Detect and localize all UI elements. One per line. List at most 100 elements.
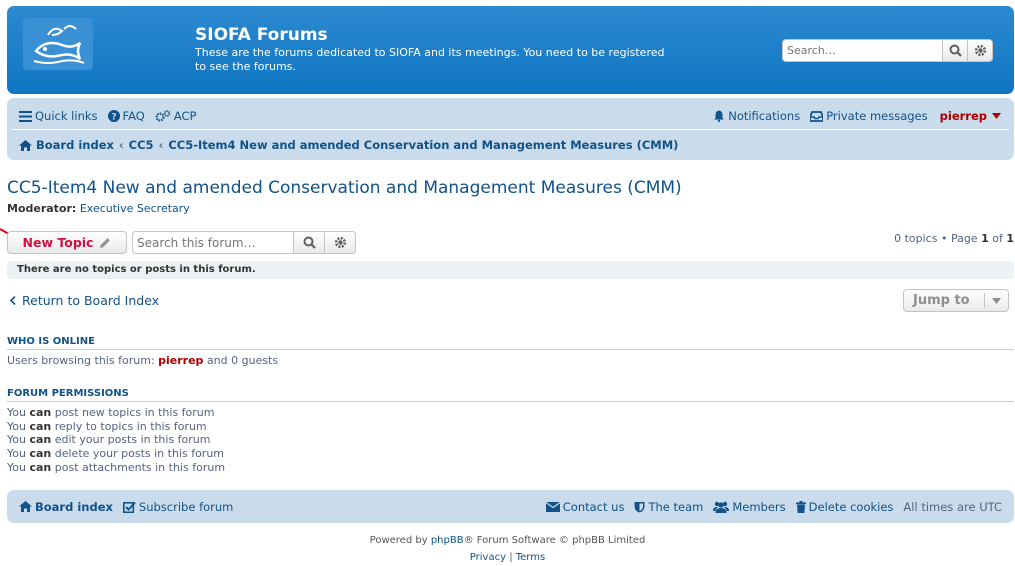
- inbox-icon: [810, 110, 824, 122]
- acp-link[interactable]: ACP: [155, 109, 197, 123]
- breadcrumb: Board index ‹ CC5 ‹ CC5-Item4 New and am…: [19, 137, 678, 153]
- footer-navbar: Board index Subscribe forum Contact us T…: [7, 490, 1014, 523]
- faq-label: FAQ: [122, 109, 145, 123]
- footer-board-index-label: Board index: [35, 499, 113, 514]
- permission-item: You can post new topics in this forum: [7, 406, 215, 419]
- search-icon: [303, 236, 316, 249]
- who-is-online-heading: WHO IS ONLINE: [7, 336, 1014, 350]
- breadcrumb-current-forum[interactable]: CC5-Item4 New and amended Conservation a…: [168, 138, 678, 152]
- private-messages-link[interactable]: Private messages: [810, 109, 928, 123]
- navbar: Quick links ? FAQ ACP Notifications Priv…: [7, 98, 1014, 160]
- timezone-info: All times are UTC: [903, 499, 1002, 514]
- forum-search-input[interactable]: [132, 231, 294, 254]
- phpbb-link[interactable]: phpBB: [431, 535, 464, 546]
- private-messages-label: Private messages: [826, 109, 928, 123]
- site-title: SIOFA Forums: [195, 25, 328, 45]
- trash-icon: [795, 500, 806, 513]
- svg-text:?: ?: [111, 113, 116, 123]
- permission-item: You can edit your posts in this forum: [7, 433, 211, 447]
- search-icon: [949, 44, 962, 57]
- online-suffix: and 0 guests: [206, 354, 279, 367]
- notifications-link[interactable]: Notifications: [713, 109, 800, 123]
- powered-by: Powered by phpBB® Forum Software © phpBB…: [0, 535, 1015, 546]
- jump-to-caret: [984, 293, 1008, 308]
- footer-right-links: Contact us The team Members Delete cooki…: [545, 499, 1002, 514]
- jump-to-dropdown[interactable]: Jump to: [903, 289, 1009, 312]
- breadcrumb-cc5[interactable]: CC5: [129, 138, 154, 152]
- contact-us-link[interactable]: Contact us: [545, 499, 625, 514]
- forum-permissions-list: You can post new topics in this forum Yo…: [7, 406, 225, 475]
- members-link[interactable]: Members: [713, 499, 786, 514]
- pencil-icon: [100, 237, 111, 248]
- delete-cookies-label: Delete cookies: [808, 499, 894, 514]
- header-advanced-search-button[interactable]: [968, 39, 993, 62]
- pagination-of: of: [992, 232, 1003, 245]
- header-search-button[interactable]: [943, 39, 968, 62]
- moderator-line: Moderator: Executive Secretary: [7, 202, 190, 215]
- members-label: Members: [732, 499, 786, 514]
- forum-advanced-search-button[interactable]: [325, 231, 356, 254]
- breadcrumb-board-index[interactable]: Board index: [36, 138, 114, 152]
- question-circle-icon: ?: [107, 110, 120, 123]
- page-total: 1: [1006, 232, 1014, 245]
- subscribe-forum-link[interactable]: Subscribe forum: [122, 499, 234, 514]
- moderator-label: Moderator:: [7, 202, 77, 215]
- navbar-user-area: Notifications Private messages pierrep: [713, 109, 1004, 123]
- policy-separator: |: [509, 552, 513, 563]
- envelope-icon: [545, 501, 560, 512]
- online-prefix: Users browsing this forum:: [7, 354, 155, 367]
- gear-icon: [334, 236, 346, 249]
- breadcrumb-separator: ‹: [118, 138, 124, 152]
- permission-item: You can post attachments in this forum: [7, 460, 226, 474]
- the-team-link[interactable]: The team: [634, 500, 703, 514]
- quick-links-menu[interactable]: Quick links: [19, 109, 98, 123]
- site-description: These are the forums dedicated to SIOFA …: [195, 46, 665, 73]
- powered-suffix: ® Forum Software © phpBB Limited: [463, 535, 646, 546]
- footer-board-index-link[interactable]: Board index: [19, 500, 113, 514]
- online-user-link[interactable]: pierrep: [158, 354, 203, 367]
- new-topic-label: New Topic: [22, 235, 94, 250]
- moderator-link[interactable]: Executive Secretary: [80, 202, 190, 215]
- empty-forum-notice: There are no topics or posts in this for…: [7, 261, 1014, 279]
- faq-link[interactable]: ? FAQ: [107, 109, 145, 123]
- forum-search-button[interactable]: [294, 231, 325, 254]
- header-search-input[interactable]: [782, 39, 943, 62]
- permission-item: You can reply to topics in this forum: [7, 419, 207, 433]
- users-icon: [713, 501, 730, 513]
- site-logo[interactable]: [23, 18, 93, 70]
- fish-logo-icon: [33, 25, 85, 64]
- forum-permissions-heading: FORUM PERMISSIONS: [7, 388, 1014, 402]
- gear-icon: [974, 44, 986, 57]
- breadcrumb-separator: ‹: [158, 138, 164, 152]
- home-icon: [19, 139, 32, 151]
- subscribe-forum-label: Subscribe forum: [138, 499, 234, 514]
- chevron-left-icon: [10, 296, 16, 305]
- delete-cookies-link[interactable]: Delete cookies: [795, 499, 894, 514]
- navbar-top-row: Quick links ? FAQ ACP Notifications Priv…: [19, 108, 1004, 124]
- the-team-label: The team: [648, 499, 704, 514]
- page-current: 1: [981, 232, 989, 245]
- checkbox-icon: [122, 501, 136, 513]
- header-search: [782, 39, 993, 62]
- who-is-online-text: Users browsing this forum: pierrep and 0…: [7, 354, 278, 368]
- cogs-icon: [155, 110, 171, 122]
- privacy-link[interactable]: Privacy: [470, 552, 506, 563]
- navbar-divider: [12, 129, 1009, 130]
- user-menu[interactable]: pierrep: [938, 109, 1004, 123]
- page-title[interactable]: CC5-Item4 New and amended Conservation a…: [7, 178, 682, 198]
- username: pierrep: [939, 109, 987, 123]
- permission-item: You can delete your posts in this forum: [7, 447, 225, 461]
- new-topic-button[interactable]: New Topic: [7, 231, 127, 254]
- notifications-label: Notifications: [728, 109, 801, 123]
- pagination-prefix: 0 topics • Page: [894, 232, 978, 245]
- return-to-board-index-link[interactable]: Return to Board Index: [10, 293, 159, 308]
- terms-link[interactable]: Terms: [516, 552, 545, 563]
- acp-label: ACP: [173, 109, 197, 123]
- shield-icon: [634, 501, 645, 512]
- contact-us-label: Contact us: [562, 499, 625, 514]
- pagination-info: 0 topics • Page 1 of 1: [894, 232, 1014, 245]
- bell-icon: [714, 110, 725, 122]
- forum-search: [132, 231, 356, 254]
- caret-down-icon: [992, 113, 1001, 119]
- caret-down-icon: [992, 297, 1001, 304]
